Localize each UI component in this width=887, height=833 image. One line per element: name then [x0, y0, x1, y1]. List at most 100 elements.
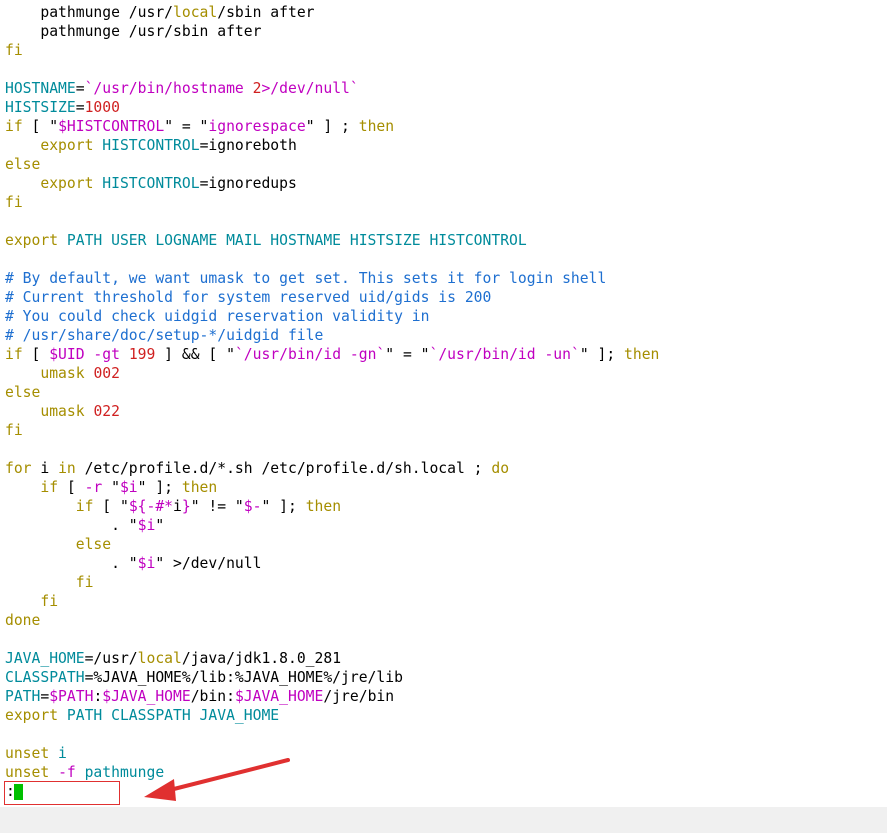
code-token: =ignoreboth: [199, 137, 297, 154]
code-token: /sbin after: [217, 4, 315, 21]
vim-editor-buffer[interactable]: pathmunge /usr/local/sbin after pathmung…: [0, 0, 887, 807]
code-token: " != ": [190, 498, 244, 515]
code-line: . "$i" >/dev/null: [5, 554, 261, 573]
code-token: do: [491, 460, 510, 477]
code-token: ignorespace: [208, 118, 306, 135]
code-line: else: [5, 383, 40, 402]
code-token: =: [40, 688, 50, 705]
code-line: export HISTCONTROL=ignoredups: [5, 174, 297, 193]
code-token: then: [358, 118, 395, 135]
code-token: =ignoredups: [199, 175, 297, 192]
code-token: . ": [5, 555, 138, 572]
code-token: `/usr/bin/id -gn`: [234, 346, 386, 363]
code-line: fi: [5, 41, 23, 60]
code-line: if [ "$HISTCONTROL" = "ignorespace" ] ; …: [5, 117, 394, 136]
code-token: fi: [5, 422, 23, 439]
code-token: else: [75, 536, 112, 553]
code-line: HOSTNAME=`/usr/bin/hostname 2>/dev/null`: [5, 79, 359, 98]
code-line: pathmunge /usr/sbin after: [5, 22, 261, 41]
code-token: JAVA_HOME: [5, 650, 85, 667]
code-line: # You could check uidgid reservation val…: [5, 307, 429, 326]
code-token: export: [5, 707, 59, 724]
code-token: -f: [58, 764, 76, 781]
code-token: if: [5, 118, 23, 135]
code-token: HISTCONTROL: [102, 137, 200, 154]
code-token: }: [181, 498, 191, 515]
code-line: HISTSIZE=1000: [5, 98, 120, 117]
code-line: if [ -r "$i" ]; then: [5, 478, 217, 497]
code-token: -gt: [84, 346, 129, 363]
code-token: $i: [119, 479, 138, 496]
code-line: export PATH CLASSPATH JAVA_HOME: [5, 706, 279, 725]
code-token: /java/jdk1.8.0_281: [181, 650, 342, 667]
code-token: " = ": [385, 346, 430, 363]
code-token: i: [173, 498, 182, 515]
code-token: # Current threshold for system reserved …: [5, 289, 492, 306]
code-line: export HISTCONTROL=ignoreboth: [5, 136, 297, 155]
code-token: pathmunge: [75, 764, 165, 781]
code-token: " = ": [164, 118, 209, 135]
code-line: if [ $UID -gt 199 ] && [ "`/usr/bin/id -…: [5, 345, 659, 364]
code-token: umask: [40, 403, 85, 420]
code-token: $PATH: [49, 688, 94, 705]
code-token: [: [58, 479, 85, 496]
code-token: =: [75, 80, 85, 97]
code-line: umask 002: [5, 364, 120, 383]
code-token: i: [31, 460, 59, 477]
code-token: 002: [93, 365, 120, 382]
code-token: =/usr/: [84, 650, 138, 667]
code-token: [ ": [22, 118, 59, 135]
code-token: " ];: [137, 479, 182, 496]
code-token: # /usr/share/doc/setup-*/uidgid file: [5, 327, 324, 344]
code-token: /bin:: [190, 688, 235, 705]
code-token: fi: [5, 194, 23, 211]
code-token: else: [5, 156, 41, 173]
code-line: fi: [5, 592, 58, 611]
code-token: $JAVA_HOME: [102, 688, 191, 705]
text-cursor: [14, 784, 23, 800]
code-token: HOSTNAME: [5, 80, 76, 97]
code-token: >/dev/null`: [261, 80, 359, 97]
code-line: CLASSPATH=%JAVA_HOME%/lib:%JAVA_HOME%/jr…: [5, 668, 403, 687]
code-token: export: [40, 175, 94, 192]
code-token: if: [5, 346, 23, 363]
code-token: i: [49, 745, 67, 762]
code-token: $UID: [49, 346, 85, 363]
code-line: JAVA_HOME=/usr/local/java/jdk1.8.0_281: [5, 649, 341, 668]
code-line: for i in /etc/profile.d/*.sh /etc/profil…: [5, 459, 509, 478]
code-token: 1000: [84, 99, 120, 116]
code-token: =%JAVA_HOME%/lib:%JAVA_HOME%/jre/lib: [84, 669, 403, 686]
code-line: fi: [5, 193, 23, 212]
code-token: [ ": [93, 498, 129, 515]
code-token: HISTSIZE: [5, 99, 76, 116]
code-token: `/usr/bin/hostname: [84, 80, 253, 97]
code-token: umask: [40, 365, 85, 382]
code-token: ] && [ ": [155, 346, 235, 363]
code-token: :: [93, 688, 103, 705]
code-token: CLASSPATH: [5, 669, 85, 686]
code-token: $i: [137, 517, 156, 534]
code-token: # You could check uidgid reservation val…: [5, 308, 430, 325]
code-token: -r: [84, 479, 103, 496]
code-token: local: [173, 4, 218, 21]
code-line: unset -f pathmunge: [5, 763, 164, 782]
code-token: fi: [5, 42, 23, 59]
code-line: # Current threshold for system reserved …: [5, 288, 491, 307]
code-token: PATH USER LOGNAME MAIL HOSTNAME HISTSIZE…: [58, 232, 527, 249]
code-token: /etc/profile.d/*.sh /etc/profile.d/sh.lo…: [75, 460, 492, 477]
code-line: PATH=$PATH:$JAVA_HOME/bin:$JAVA_HOME/jre…: [5, 687, 394, 706]
code-token: then: [624, 346, 660, 363]
code-line: else: [5, 155, 40, 174]
code-token: export: [5, 232, 59, 249]
code-token: $-: [243, 498, 262, 515]
code-token: done: [5, 612, 41, 629]
